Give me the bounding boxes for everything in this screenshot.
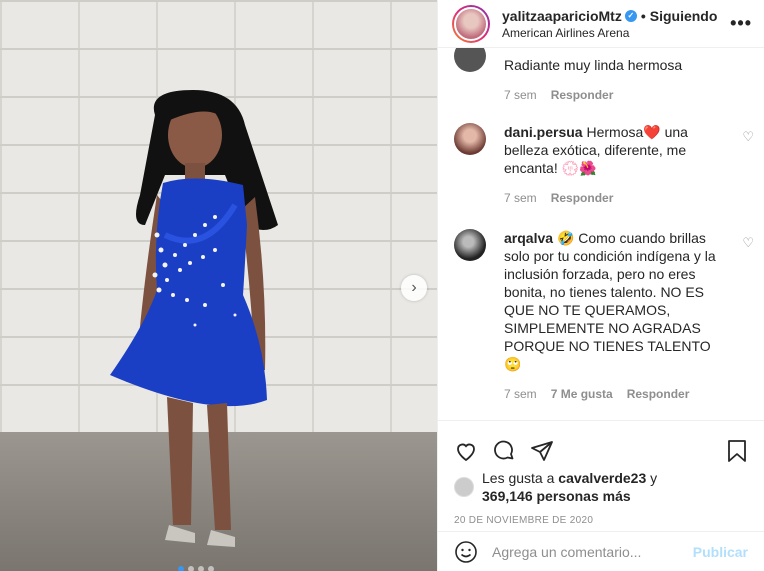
bookmark-icon[interactable]	[726, 439, 748, 463]
carousel-dot	[178, 566, 184, 571]
comment-input[interactable]: Agrega un comentario...	[492, 544, 693, 560]
comment-body: arqalva 🤣 Como cuando brillas solo por t…	[504, 229, 722, 373]
reply-button[interactable]: Responder	[627, 387, 690, 401]
comment-meta: 7 sem 7 Me gusta Responder	[504, 387, 754, 401]
publish-button[interactable]: Publicar	[693, 544, 748, 560]
commenter-username[interactable]: arqalva	[504, 230, 553, 246]
comment-item: arqalva 🤣 Como cuando brillas solo por t…	[454, 229, 754, 401]
separator-dot: •	[640, 7, 646, 24]
chevron-right-icon: ›	[411, 279, 417, 296]
carousel-indicator	[178, 566, 214, 571]
likes-summary: Les gusta a cavalverde23 y 369,146 perso…	[438, 469, 764, 505]
commenter-username[interactable]: dani.persua	[504, 124, 583, 140]
ellipsis-icon[interactable]: •••	[730, 13, 752, 34]
author-avatar-image	[454, 6, 488, 41]
likes-prefix: Les gusta a	[482, 470, 555, 486]
reply-button[interactable]: Responder	[551, 88, 614, 102]
comment-item: Radiante muy linda hermosa 7 sem Respond…	[454, 48, 754, 102]
comment-text: Radiante muy linda hermosa	[504, 57, 683, 73]
comment-icon[interactable]	[492, 439, 516, 463]
comments-list[interactable]: Radiante muy linda hermosa 7 sem Respond…	[438, 48, 764, 420]
liker-avatar[interactable]	[454, 477, 474, 497]
likes-text: Les gusta a cavalverde23 y 369,146 perso…	[482, 469, 657, 505]
comment-meta: 7 sem Responder	[504, 191, 754, 205]
author-info: yalitzaaparicioMtz ✓ • Siguiendo America…	[502, 8, 730, 40]
comment-time[interactable]: 7 sem	[504, 191, 537, 205]
comment-text: 🤣 Como cuando brillas solo por tu condic…	[504, 230, 716, 372]
post-photo[interactable]: ›	[0, 0, 437, 571]
post-header: yalitzaaparicioMtz ✓ • Siguiendo America…	[438, 0, 764, 48]
comment-item: dani.persua Hermosa❤️ una belleza exótic…	[454, 123, 754, 205]
comment-meta: 7 sem Responder	[504, 88, 754, 102]
post-location[interactable]: American Airlines Arena	[502, 26, 730, 40]
instagram-post-window: › yalitzaaparicioMtz ✓ • Siguiendo Ameri…	[0, 0, 764, 571]
liker-username[interactable]: cavalverde23	[558, 470, 646, 486]
carousel-dot	[198, 566, 204, 571]
comment-body: dani.persua Hermosa❤️ una belleza exótic…	[504, 123, 722, 177]
comment-time[interactable]: 7 sem	[504, 387, 537, 401]
next-slide-button[interactable]: ›	[401, 275, 427, 301]
verified-badge-icon: ✓	[624, 9, 637, 22]
post-date[interactable]: 20 DE NOVIEMBRE DE 2020	[438, 505, 764, 526]
author-line: yalitzaaparicioMtz ✓ • Siguiendo	[502, 8, 730, 24]
comment-like-count[interactable]: 7 Me gusta	[551, 387, 613, 401]
woman-in-blue-dress-figure	[110, 90, 278, 547]
like-comment-heart-icon[interactable]: ♡	[742, 129, 754, 145]
add-comment-bar: Agrega un comentario... Publicar	[438, 531, 764, 571]
carousel-dot	[208, 566, 214, 571]
commenter-avatar[interactable]	[454, 229, 486, 261]
likes-conj: y	[650, 470, 658, 486]
reply-button[interactable]: Responder	[551, 191, 614, 205]
like-comment-heart-icon[interactable]: ♡	[742, 235, 754, 251]
commenter-avatar[interactable]	[454, 48, 486, 72]
post-side-panel: yalitzaaparicioMtz ✓ • Siguiendo America…	[437, 0, 764, 571]
likes-count[interactable]: 369,146 personas más	[482, 488, 631, 504]
share-icon[interactable]	[530, 439, 554, 463]
following-button[interactable]: Siguiendo	[650, 8, 718, 24]
comment-time[interactable]: 7 sem	[504, 88, 537, 102]
author-avatar[interactable]	[452, 4, 490, 43]
commenter-avatar[interactable]	[454, 123, 486, 155]
action-icons-row	[438, 421, 764, 469]
heart-icon[interactable]	[454, 439, 478, 463]
carousel-dot	[188, 566, 194, 571]
author-username[interactable]: yalitzaaparicioMtz	[502, 8, 622, 24]
emoji-icon[interactable]	[454, 540, 478, 564]
